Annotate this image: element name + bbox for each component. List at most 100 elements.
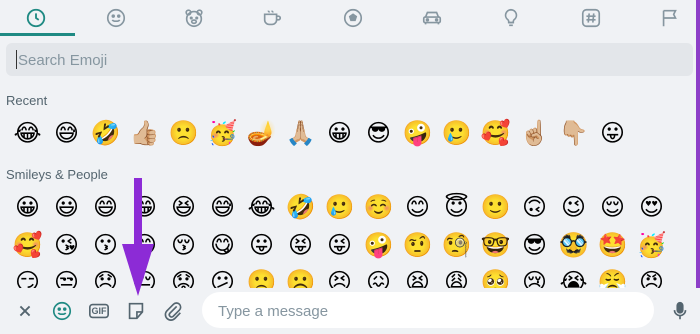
emoji-button[interactable]: 🙏🏼 [281,116,320,150]
recent-emoji-row: 😂 😅 🤣 👍🏼 🙁 🥳 🪔 🙏🏼 😀 😎 🤪 🥲 🥰 ☝🏼 👇🏼 😛 [8,116,632,150]
emoji-button[interactable]: 😘 [47,228,86,262]
emoji-button[interactable]: ☹️ [281,265,320,290]
attach-button[interactable] [158,296,188,326]
emoji-button[interactable]: 😂 [8,116,47,150]
emoji-button[interactable]: 🥸 [554,228,593,262]
emoji-button[interactable]: 😚 [164,228,203,262]
emoji-button[interactable]: ☝🏼 [515,116,554,150]
emoji-button[interactable]: 🤩 [593,228,632,262]
tab-recent[interactable] [16,4,56,32]
emoji-icon [52,301,72,321]
bear-icon [185,9,203,28]
emoji-button[interactable]: 🥰 [476,116,515,150]
tab-activity[interactable] [333,4,373,32]
tab-animals[interactable] [174,4,214,32]
emoji-button[interactable]: 😤 [593,265,632,290]
emoji-button[interactable]: 😂 [242,190,281,224]
tab-food[interactable] [252,4,292,32]
emoji-button[interactable]: 😌 [593,190,632,224]
emoji-button[interactable]: 😀 [8,190,47,224]
emoji-button[interactable]: 😔 [125,265,164,290]
search-bar[interactable] [6,43,693,78]
section-title-recent: Recent [6,93,48,108]
close-button[interactable] [10,296,40,326]
emoji-button[interactable]: 🥲 [437,116,476,150]
emoji-button[interactable]: 🧐 [437,228,476,262]
emoji-button[interactable]: 🥳 [632,228,671,262]
emoji-button[interactable]: 😎 [359,116,398,150]
emoji-button[interactable]: 🤣 [281,190,320,224]
emoji-button[interactable]: 🥰 [8,228,47,262]
search-input[interactable] [16,43,680,78]
emoji-button[interactable]: 😃 [47,190,86,224]
emoji-button[interactable]: 😝 [281,228,320,262]
emoji-button[interactable]: ☺️ [359,190,398,224]
tab-smileys[interactable] [96,4,136,32]
emoji-button[interactable]: 🤓 [476,228,515,262]
emoji-button[interactable] [47,296,77,326]
emoji-button[interactable]: 😆 [164,190,203,224]
sticker-icon [128,302,144,320]
emoji-button[interactable]: 🤨 [398,228,437,262]
emoji-button[interactable]: 🤣 [86,116,125,150]
emoji-button[interactable]: 🙁 [164,116,203,150]
emoji-button[interactable]: 😎 [515,228,554,262]
emoji-button[interactable]: 😊 [398,190,437,224]
emoji-button[interactable]: 🤪 [359,228,398,262]
emoji-button[interactable]: 😖 [359,265,398,290]
emoji-button[interactable]: 🙁 [242,265,281,290]
emoji-button[interactable]: 😋 [203,228,242,262]
tab-objects[interactable] [491,4,531,32]
emoji-button[interactable]: 😭 [554,265,593,290]
mic-button[interactable] [665,296,695,326]
sticker-button[interactable] [121,296,151,326]
message-input-box[interactable] [202,292,654,330]
emoji-button[interactable]: 😕 [203,265,242,290]
lightbulb-icon [504,8,518,27]
emoji-button[interactable]: 😟 [164,265,203,290]
message-input[interactable] [216,292,640,330]
active-tab-indicator [0,33,75,36]
emoji-button[interactable]: 😛 [242,228,281,262]
emoji-button[interactable]: 😢 [515,265,554,290]
emoji-button[interactable]: 😙 [125,228,164,262]
emoji-button[interactable]: 😫 [398,265,437,290]
emoji-button[interactable]: 😗 [86,228,125,262]
emoji-button[interactable]: 😅 [47,116,86,150]
emoji-button[interactable]: 🥲 [320,190,359,224]
emoji-button[interactable]: 😒 [47,265,86,290]
emoji-button[interactable]: 😠 [632,265,671,290]
car-icon [422,11,442,25]
tab-travel[interactable] [412,4,452,32]
emoji-button[interactable]: 😜 [320,228,359,262]
emoji-scroll-clip: 😏 😒 😞 😔 😟 😕 🙁 ☹️ 😣 😖 😫 😩 🥺 😢 😭 😤 😠 [0,262,700,290]
emoji-button[interactable]: 😄 [86,190,125,224]
gif-button[interactable]: GIF [84,296,114,326]
emoji-button[interactable]: 😁 [125,190,164,224]
mic-icon [673,301,687,320]
emoji-button[interactable]: 🥺 [476,265,515,290]
emoji-button[interactable]: 😀 [320,116,359,150]
emoji-button[interactable]: 😍 [632,190,671,224]
emoji-button[interactable]: 👍🏼 [125,116,164,150]
smileys-emoji-row: 🥰 😘 😗 😙 😚 😋 😛 😝 😜 🤪 🤨 🧐 🤓 😎 🥸 🤩 🥳 [8,228,671,262]
emoji-button[interactable]: 🥳 [203,116,242,150]
emoji-button[interactable]: 😛 [593,116,632,150]
emoji-button[interactable]: 👇🏼 [554,116,593,150]
emoji-button[interactable]: 🙃 [515,190,554,224]
tab-flags[interactable] [650,4,690,32]
emoji-button[interactable]: 🪔 [242,116,281,150]
emoji-panel: Recent 😂😅🤣👍🏼🙁🥳🪔🙏🏼😀😎🤪🥲🥰☝🏼👇🏼😛 Smileys & Pe… [0,0,700,334]
emoji-button[interactable]: 😞 [86,265,125,290]
emoji-button[interactable]: 😅 [203,190,242,224]
tab-symbols[interactable] [571,4,611,32]
smileys-emoji-row: 😏 😒 😞 😔 😟 😕 🙁 ☹️ 😣 😖 😫 😩 🥺 😢 😭 😤 😠 [8,265,671,290]
emoji-button[interactable]: 😣 [320,265,359,290]
emoji-button[interactable]: 😇 [437,190,476,224]
emoji-button[interactable]: 🙂 [476,190,515,224]
emoji-button[interactable]: 😉 [554,190,593,224]
emoji-button[interactable]: 🤪 [398,116,437,150]
emoji-button[interactable]: 😩 [437,265,476,290]
emoji-button[interactable]: 😏 [8,265,47,290]
paperclip-icon [164,302,182,321]
